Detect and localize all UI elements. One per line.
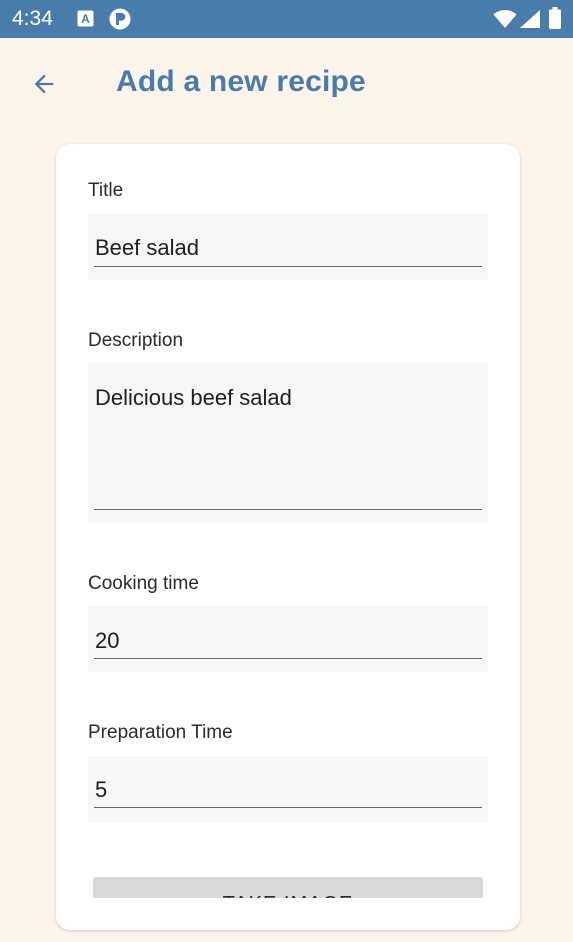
app-bar: Add a new recipe [0,38,573,130]
recipe-form-card: Title Beef salad Description Delicious b… [56,144,520,930]
status-time: 4:34 [12,7,53,30]
battery-icon [549,7,561,34]
cooking-time-label: Cooking time [88,573,199,594]
preparation-time-underline [94,807,482,808]
a-notification-icon: A [77,10,94,32]
p-notification-icon [109,8,131,35]
description-label: Description [88,330,184,351]
back-button[interactable] [22,62,66,106]
cooking-time-value: 20 [95,628,120,653]
cooking-time-field[interactable]: 20 [88,606,488,672]
preparation-time-field[interactable]: 5 [88,756,488,822]
title-value: Beef salad [95,235,199,260]
description-underline [94,509,482,510]
arrow-back-icon [34,74,54,94]
preparation-time-value: 5 [95,777,108,802]
description-value: Delicious beef salad [95,385,292,410]
title-label: Title [88,180,124,201]
title-underline [94,266,482,267]
title-field[interactable]: Beef salad [88,214,488,280]
status-bar: 4:34 A [0,0,573,38]
description-field[interactable]: Delicious beef salad [88,363,488,523]
svg-text:A: A [81,12,90,26]
cooking-time-underline [94,658,482,659]
signal-icon [519,9,541,34]
wifi-icon [493,9,517,34]
preparation-time-label: Preparation Time [88,722,233,743]
page-title: Add a new recipe [116,65,366,98]
card-bottom-padding [56,898,520,930]
